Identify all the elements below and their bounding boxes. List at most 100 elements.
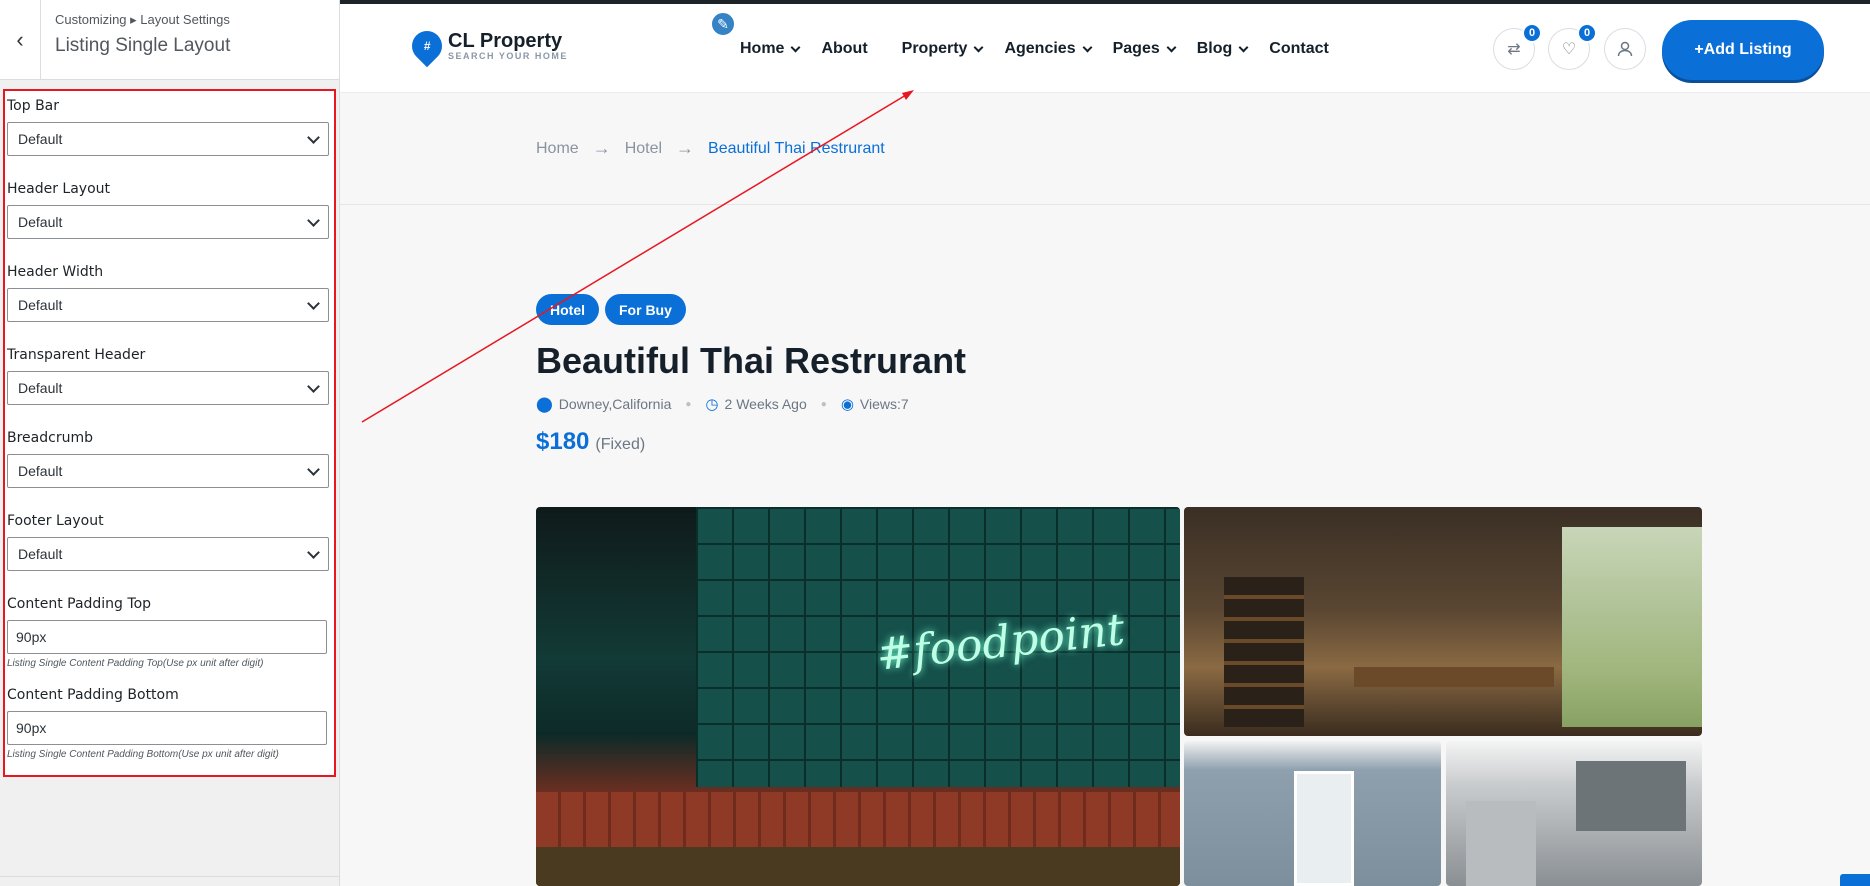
arrow-right-icon: → [676,138,695,158]
compare-button[interactable]: ⇄ 0 [1493,23,1542,70]
nav-item-about[interactable]: About [821,40,867,58]
wishlist-button[interactable]: ♡ 0 [1548,23,1597,70]
logo-tagline: SEARCH YOUR HOME [448,51,568,61]
content-padding-bottom-input[interactable]: 90px [7,711,327,745]
nav-item-agencies[interactable]: Agencies [1004,40,1093,58]
control-label: Top Bar [7,98,60,114]
nav-label: Pages [1112,40,1160,57]
nav-item-contact[interactable]: Contact [1269,40,1329,58]
account-button[interactable] [1604,28,1646,70]
tag-hotel[interactable]: Hotel [536,294,599,325]
chevron-down-icon [1082,42,1093,52]
breadcrumb-select[interactable]: Default [7,454,329,488]
control-header-layout: Header Layout Default [7,177,334,239]
chevron-down-icon [1238,42,1249,52]
gallery-image-porch[interactable] [1184,741,1441,886]
add-listing-button[interactable]: +Add Listing [1662,20,1824,80]
price-type: (Fixed) [595,436,646,453]
control-top-bar: Top Bar Default [7,94,334,156]
tag-for-buy[interactable]: For Buy [605,294,686,325]
compare-count-badge: 0 [1522,23,1542,43]
control-label: Content Padding Top [7,596,152,612]
eye-icon: ◉ [840,396,854,413]
nav-label: Home [740,40,785,57]
footer-layout-select[interactable]: Default [7,537,329,571]
site-logo[interactable]: # CL Property SEARCH YOUR HOME [405,24,568,68]
control-label: Header Width [7,264,104,280]
corner-widget[interactable] [1840,874,1870,886]
customizer-titles: Customizing ▸ Layout Settings Listing Si… [41,0,244,79]
nav-label: Blog [1196,40,1233,57]
listing-price: $180 (Fixed) [536,428,645,456]
chevron-down-icon [307,379,320,393]
arrow-right-icon: → [592,138,611,158]
chevron-down-icon [307,462,320,476]
nav-item-blog[interactable]: Blog [1196,40,1249,58]
site-header: # CL Property SEARCH YOUR HOME ✎ Home Ab… [340,4,1870,93]
control-content-padding-bottom: Content Padding Bottom 90px Listing Sing… [7,683,334,774]
select-value: Default [18,380,63,396]
control-transparent-header: Transparent Header Default [7,343,334,405]
location-pin-icon: ⬤ [536,396,553,413]
chevron-down-icon [974,42,984,52]
control-label: Footer Layout [7,513,104,529]
chevron-left-icon: ‹ [16,27,24,52]
nav-item-property[interactable]: Property [901,40,984,58]
customizer-section-title: Listing Single Layout [55,35,231,56]
select-value: Default [18,131,63,147]
listing-tags: Hotel For Buy [536,294,692,325]
customizer-breadcrumb: Customizing ▸ Layout Settings [55,12,230,27]
edit-shortcut-pencil-icon[interactable]: ✎ [710,11,736,37]
listing-views: Views:7 [859,396,909,412]
select-value: Default [18,297,63,313]
back-button[interactable]: ‹ [0,0,41,80]
nav-label: About [821,40,868,57]
select-value: Default [18,546,63,562]
control-breadcrumb: Breadcrumb Default [7,426,334,488]
breadcrumb-current: Beautiful Thai Restrurant [708,139,885,157]
nav-item-pages[interactable]: Pages [1112,40,1177,58]
logo-name: CL Property [448,30,563,52]
control-label: Transparent Header [7,347,146,363]
chevron-down-icon [307,545,320,559]
listing-title: Beautiful Thai Restrurant [536,340,967,381]
site-preview: # CL Property SEARCH YOUR HOME ✎ Home Ab… [340,0,1870,886]
price-amount: $180 [536,428,590,455]
chevron-down-icon [791,42,801,52]
top-bar-select[interactable]: Default [7,122,329,156]
gallery-main-image[interactable]: #foodpoint [536,507,1180,886]
wishlist-count-badge: 0 [1577,23,1597,43]
heart-icon: ♡ [1561,41,1577,58]
user-icon [1617,41,1633,57]
main-nav: Home About Property Agencies Pages Blog … [740,40,1351,58]
header-width-select[interactable]: Default [7,288,329,322]
meta-separator: ● [685,398,692,410]
control-label: Header Layout [7,181,111,197]
nav-label: Agencies [1004,40,1076,57]
nav-item-home[interactable]: Home [740,40,801,58]
customizer-sidebar: ‹ Customizing ▸ Layout Settings Listing … [0,0,340,886]
meta-separator: ● [820,398,827,410]
select-value: Default [18,463,63,479]
control-description: Listing Single Content Padding Bottom(Us… [7,749,279,760]
breadcrumb-home[interactable]: Home [536,140,579,158]
layout-settings-panel: Top Bar Default Header Layout Default He… [3,89,336,777]
compare-arrows-icon: ⇄ [1507,41,1521,58]
gallery-image-cafe-interior[interactable] [1184,507,1702,736]
control-label: Content Padding Bottom [7,687,179,703]
control-label: Breadcrumb [7,430,93,446]
chevron-down-icon [307,296,320,310]
chevron-down-icon [1166,42,1177,52]
breadcrumb-hotel[interactable]: Hotel [625,140,662,158]
content-padding-top-input[interactable]: 90px [7,620,327,654]
clock-icon: ◷ [705,396,719,413]
control-footer-layout: Footer Layout Default [7,509,334,571]
header-layout-select[interactable]: Default [7,205,329,239]
gallery-image-kitchen[interactable] [1446,741,1702,886]
listing-meta: ⬤ Downey,California ● ◷ 2 Weeks Ago ● ◉ … [536,395,909,413]
customizer-header: ‹ Customizing ▸ Layout Settings Listing … [0,0,339,80]
chevron-down-icon [307,130,320,144]
transparent-header-select[interactable]: Default [7,371,329,405]
chevron-down-icon [307,213,320,227]
nav-label: Property [901,40,968,57]
